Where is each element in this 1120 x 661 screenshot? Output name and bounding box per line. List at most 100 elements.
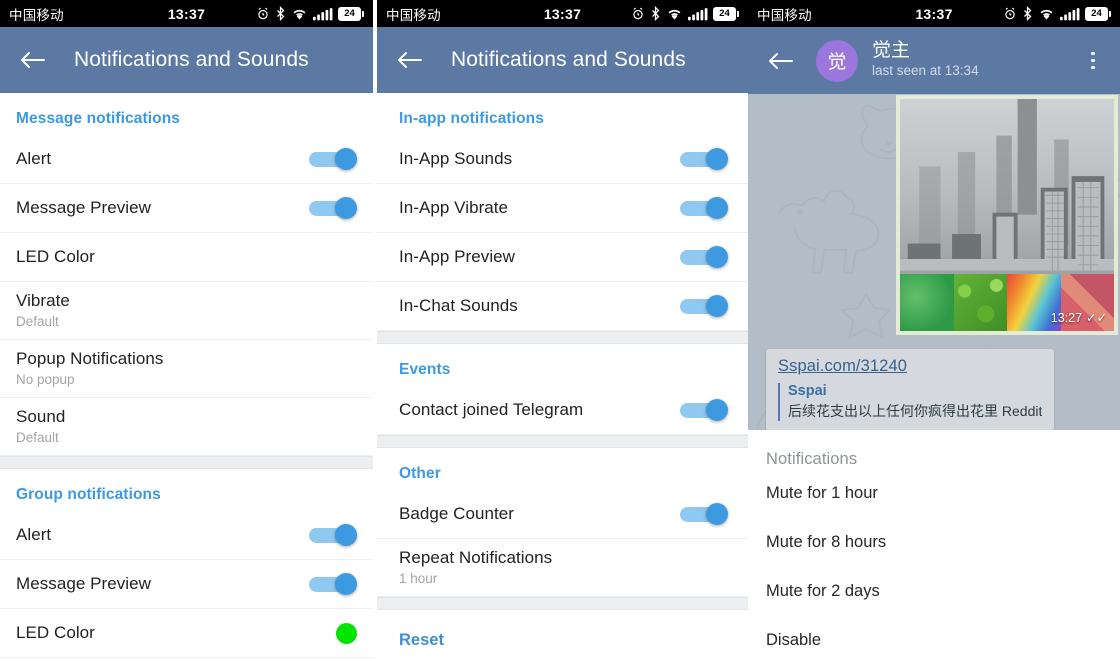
row-label: Sound [16,407,66,426]
battery-level-label: 24 [713,6,736,21]
bluetooth-icon [275,6,286,21]
toggle-contact-joined-telegram[interactable] [680,399,728,421]
row-label: Message Preview [16,198,151,217]
row-message-preview[interactable]: Message Preview [0,184,373,233]
battery-icon: 24 [338,6,364,21]
row-value: No popup [16,372,75,387]
row-in-chat-sounds[interactable]: In-Chat Sounds [377,282,748,331]
status-bar: 中国移动 13:37 24 [377,0,748,27]
row-label: In-App Vibrate [399,198,509,217]
sheet-item-disable[interactable]: Disable [748,616,1120,661]
row-vibrate[interactable]: Vibrate Default [0,282,373,340]
row-in-app-preview[interactable]: In-App Preview [377,233,748,282]
alarm-icon [256,7,270,21]
toggle-badge-counter[interactable] [680,503,728,525]
page-title: Notifications and Sounds [451,48,686,71]
toggle-in-app-sounds[interactable] [680,148,728,170]
toggle-message-preview[interactable] [309,197,357,219]
app-bar-notifications: Notifications and Sounds [0,27,373,93]
settings-list-1: Message notifications Alert Message Prev… [0,93,373,658]
link-preview-url[interactable]: Sspai.com/31240 [778,357,1042,376]
row-popup-notifications[interactable]: Popup Notifications No popup [0,340,373,398]
wifi-icon [1038,7,1055,21]
section-header-message-notifications: Message notifications [16,110,181,127]
row-label: Repeat Notifications [399,548,553,567]
row-led-color[interactable]: LED Color [0,233,373,282]
row-label: LED Color [16,247,95,266]
section-header-other: Other [399,465,441,482]
toggle-in-chat-sounds[interactable] [680,295,728,317]
section-header-group-notifications: Group notifications [16,486,161,503]
section-header-in-app-notifications: In-app notifications [399,110,544,127]
row-value: 1 hour [399,571,438,586]
row-value: Default [16,430,59,445]
link-preview-card[interactable]: Sspai.com/31240 Sspai 后续花支出以上任何你疯得出花里 Re… [766,349,1054,431]
battery-icon: 24 [713,6,739,21]
status-bar-icons: 24 [256,6,364,21]
notifications-bottom-sheet: Notifications Mute for 1 hour Mute for 8… [748,430,1120,661]
row-repeat-notifications[interactable]: Repeat Notifications 1 hour [377,539,748,597]
row-label: Contact joined Telegram [399,400,584,419]
toggle-group-alert[interactable] [309,524,357,546]
row-label: Alert [16,149,52,168]
bluetooth-icon [1022,6,1033,21]
panel-chat-with-notifications-sheet: 中国移动 13:37 24 觉 觉主 last seen at 13:34 13… [748,0,1120,661]
section-divider [377,597,748,610]
signal-icon [1060,7,1080,21]
sheet-item-mute-8-hours[interactable]: Mute for 8 hours [748,518,1120,567]
toggle-group-message-preview[interactable] [309,573,357,595]
row-in-app-vibrate[interactable]: In-App Vibrate [377,184,748,233]
sheet-item-mute-1-hour[interactable]: Mute for 1 hour [748,469,1120,518]
overflow-menu-icon[interactable] [1080,44,1106,78]
row-label: In-App Preview [399,247,515,266]
bluetooth-icon [650,6,661,21]
wifi-icon [666,7,683,21]
row-badge-counter[interactable]: Badge Counter [377,490,748,539]
row-label: Badge Counter [399,504,515,523]
row-group-led-color[interactable]: LED Color [0,609,373,658]
led-color-swatch-icon[interactable] [336,622,357,644]
app-bar-notifications: Notifications and Sounds [377,27,748,93]
sheet-item-mute-2-days[interactable]: Mute for 2 days [748,567,1120,616]
signal-icon [688,7,708,21]
row-label: In-Chat Sounds [399,296,518,315]
row-in-app-sounds[interactable]: In-App Sounds [377,135,748,184]
back-arrow-icon[interactable] [764,44,798,78]
row-label: LED Color [16,623,95,642]
chat-subtitle-last-seen: last seen at 13:34 [872,63,979,79]
link-preview-description: 后续花支出以上任何你疯得出花里 Reddit [788,403,1042,419]
status-bar: 中国移动 13:37 24 [0,0,373,27]
swatch-green-leaves [953,274,1007,331]
row-value: Default [16,314,59,329]
panel-notifications-settings-top: 中国移动 13:37 24 Notifications and Sounds M… [0,0,373,661]
row-sound[interactable]: Sound Default [0,398,373,456]
status-bar-icons: 24 [1003,6,1111,21]
read-receipt-icon: ✓✓ [1086,311,1107,325]
alarm-icon [1003,7,1017,21]
row-label: Vibrate [16,291,70,310]
reset-button[interactable]: Reset [377,610,748,650]
message-photo[interactable]: 13:27 ✓✓ [896,95,1118,335]
link-preview-body: Sspai 后续花支出以上任何你疯得出花里 Reddit [778,383,1042,421]
toggle-in-app-vibrate[interactable] [680,197,728,219]
chat-message-area: 13:27 ✓✓ Sspai.com/31240 Sspai 后续花支出以上任何… [748,94,1120,661]
chat-title: 觉主 [872,39,911,61]
swatch-green-plain [900,274,954,331]
row-label: Popup Notifications [16,349,164,368]
row-label: In-App Sounds [399,149,513,168]
message-timestamp-row: 13:27 ✓✓ [1051,310,1107,326]
wifi-icon [291,7,308,21]
battery-icon: 24 [1085,6,1111,21]
row-group-message-preview[interactable]: Message Preview [0,560,373,609]
panel-notifications-settings-bottom: 中国移动 13:37 24 Notifications and Sounds I… [377,0,748,661]
avatar[interactable]: 觉 [816,39,858,82]
section-divider [0,456,373,469]
row-alert[interactable]: Alert [0,135,373,184]
alarm-icon [631,7,645,21]
back-arrow-icon[interactable] [16,43,50,77]
row-contact-joined-telegram[interactable]: Contact joined Telegram [377,386,748,435]
back-arrow-icon[interactable] [393,43,427,77]
toggle-in-app-preview[interactable] [680,246,728,268]
toggle-alert[interactable] [309,148,357,170]
row-group-alert[interactable]: Alert [0,511,373,560]
